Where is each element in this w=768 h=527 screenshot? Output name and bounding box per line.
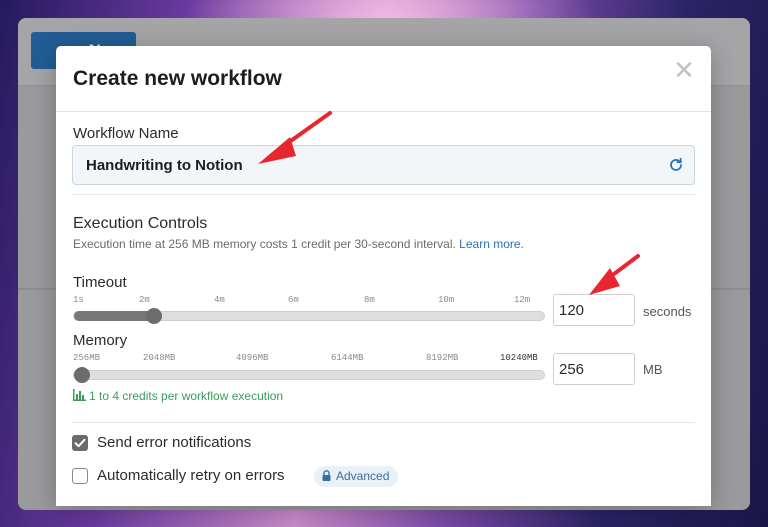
memory-input[interactable] <box>553 353 635 385</box>
learn-more-link[interactable]: Learn more. <box>459 237 524 251</box>
advanced-badge: Advanced <box>314 466 399 487</box>
send-errors-label: Send error notifications <box>97 434 252 451</box>
close-icon[interactable]: ✕ <box>671 58 697 84</box>
timeout-tick: 12m <box>514 295 531 305</box>
memory-slider-thumb[interactable] <box>74 367 90 383</box>
timeout-tick: 1s <box>73 295 84 305</box>
lock-icon <box>322 470 331 481</box>
memory-label: Memory <box>73 332 128 349</box>
bar-chart-icon <box>73 389 86 401</box>
timeout-slider-thumb[interactable] <box>145 308 162 324</box>
checkmark-icon <box>74 438 86 448</box>
advanced-badge-label: Advanced <box>336 469 390 483</box>
auto-retry-checkbox[interactable] <box>72 468 88 484</box>
memory-ticks: 256MB 2048MB 4096MB 6144MB 8192MB 10240M… <box>73 353 543 363</box>
timeout-unit: seconds <box>643 304 692 319</box>
options-divider <box>72 422 695 423</box>
auto-retry-label: Automatically retry on errors <box>97 467 285 484</box>
execution-description-text: Execution time at 256 MB memory costs 1 … <box>73 237 460 251</box>
workflow-name-label: Workflow Name <box>73 125 179 142</box>
timeout-tick: 2m <box>139 295 150 305</box>
timeout-tick: 10m <box>438 295 455 305</box>
timeout-label: Timeout <box>73 274 127 291</box>
memory-unit: MB <box>643 362 663 377</box>
timeout-tick: 4m <box>214 295 225 305</box>
memory-slider[interactable] <box>73 367 545 383</box>
timeout-tick: 6m <box>288 295 299 305</box>
timeout-tick: 8m <box>364 295 375 305</box>
create-workflow-modal: Create new workflow ✕ Workflow Name Exec… <box>56 46 711 506</box>
memory-tick: 10240MB <box>500 353 538 363</box>
timeout-ticks: 1s 2m 4m 6m 8m 10m 12m <box>73 295 543 305</box>
timeout-input[interactable] <box>553 294 635 326</box>
memory-tick: 8192MB <box>426 353 459 363</box>
credits-note-text: 1 to 4 credits per workflow execution <box>89 389 284 403</box>
send-errors-checkbox[interactable] <box>72 435 88 451</box>
timeout-slider-fill <box>74 311 154 321</box>
modal-title: Create new workflow <box>73 67 282 90</box>
memory-tick: 6144MB <box>331 353 364 363</box>
execution-description: Execution time at 256 MB memory costs 1 … <box>73 237 524 251</box>
modal-header: Create new workflow ✕ <box>56 46 711 112</box>
section-divider <box>72 194 695 195</box>
refresh-icon[interactable] <box>668 157 684 173</box>
memory-tick: 4096MB <box>236 353 269 363</box>
memory-tick: 2048MB <box>143 353 176 363</box>
workflow-name-input[interactable] <box>73 146 694 184</box>
timeout-slider[interactable] <box>73 308 545 324</box>
memory-tick: 256MB <box>73 353 101 363</box>
credits-note: 1 to 4 credits per workflow execution <box>73 389 283 403</box>
execution-controls-title: Execution Controls <box>73 215 208 232</box>
workflow-name-field <box>72 145 695 185</box>
